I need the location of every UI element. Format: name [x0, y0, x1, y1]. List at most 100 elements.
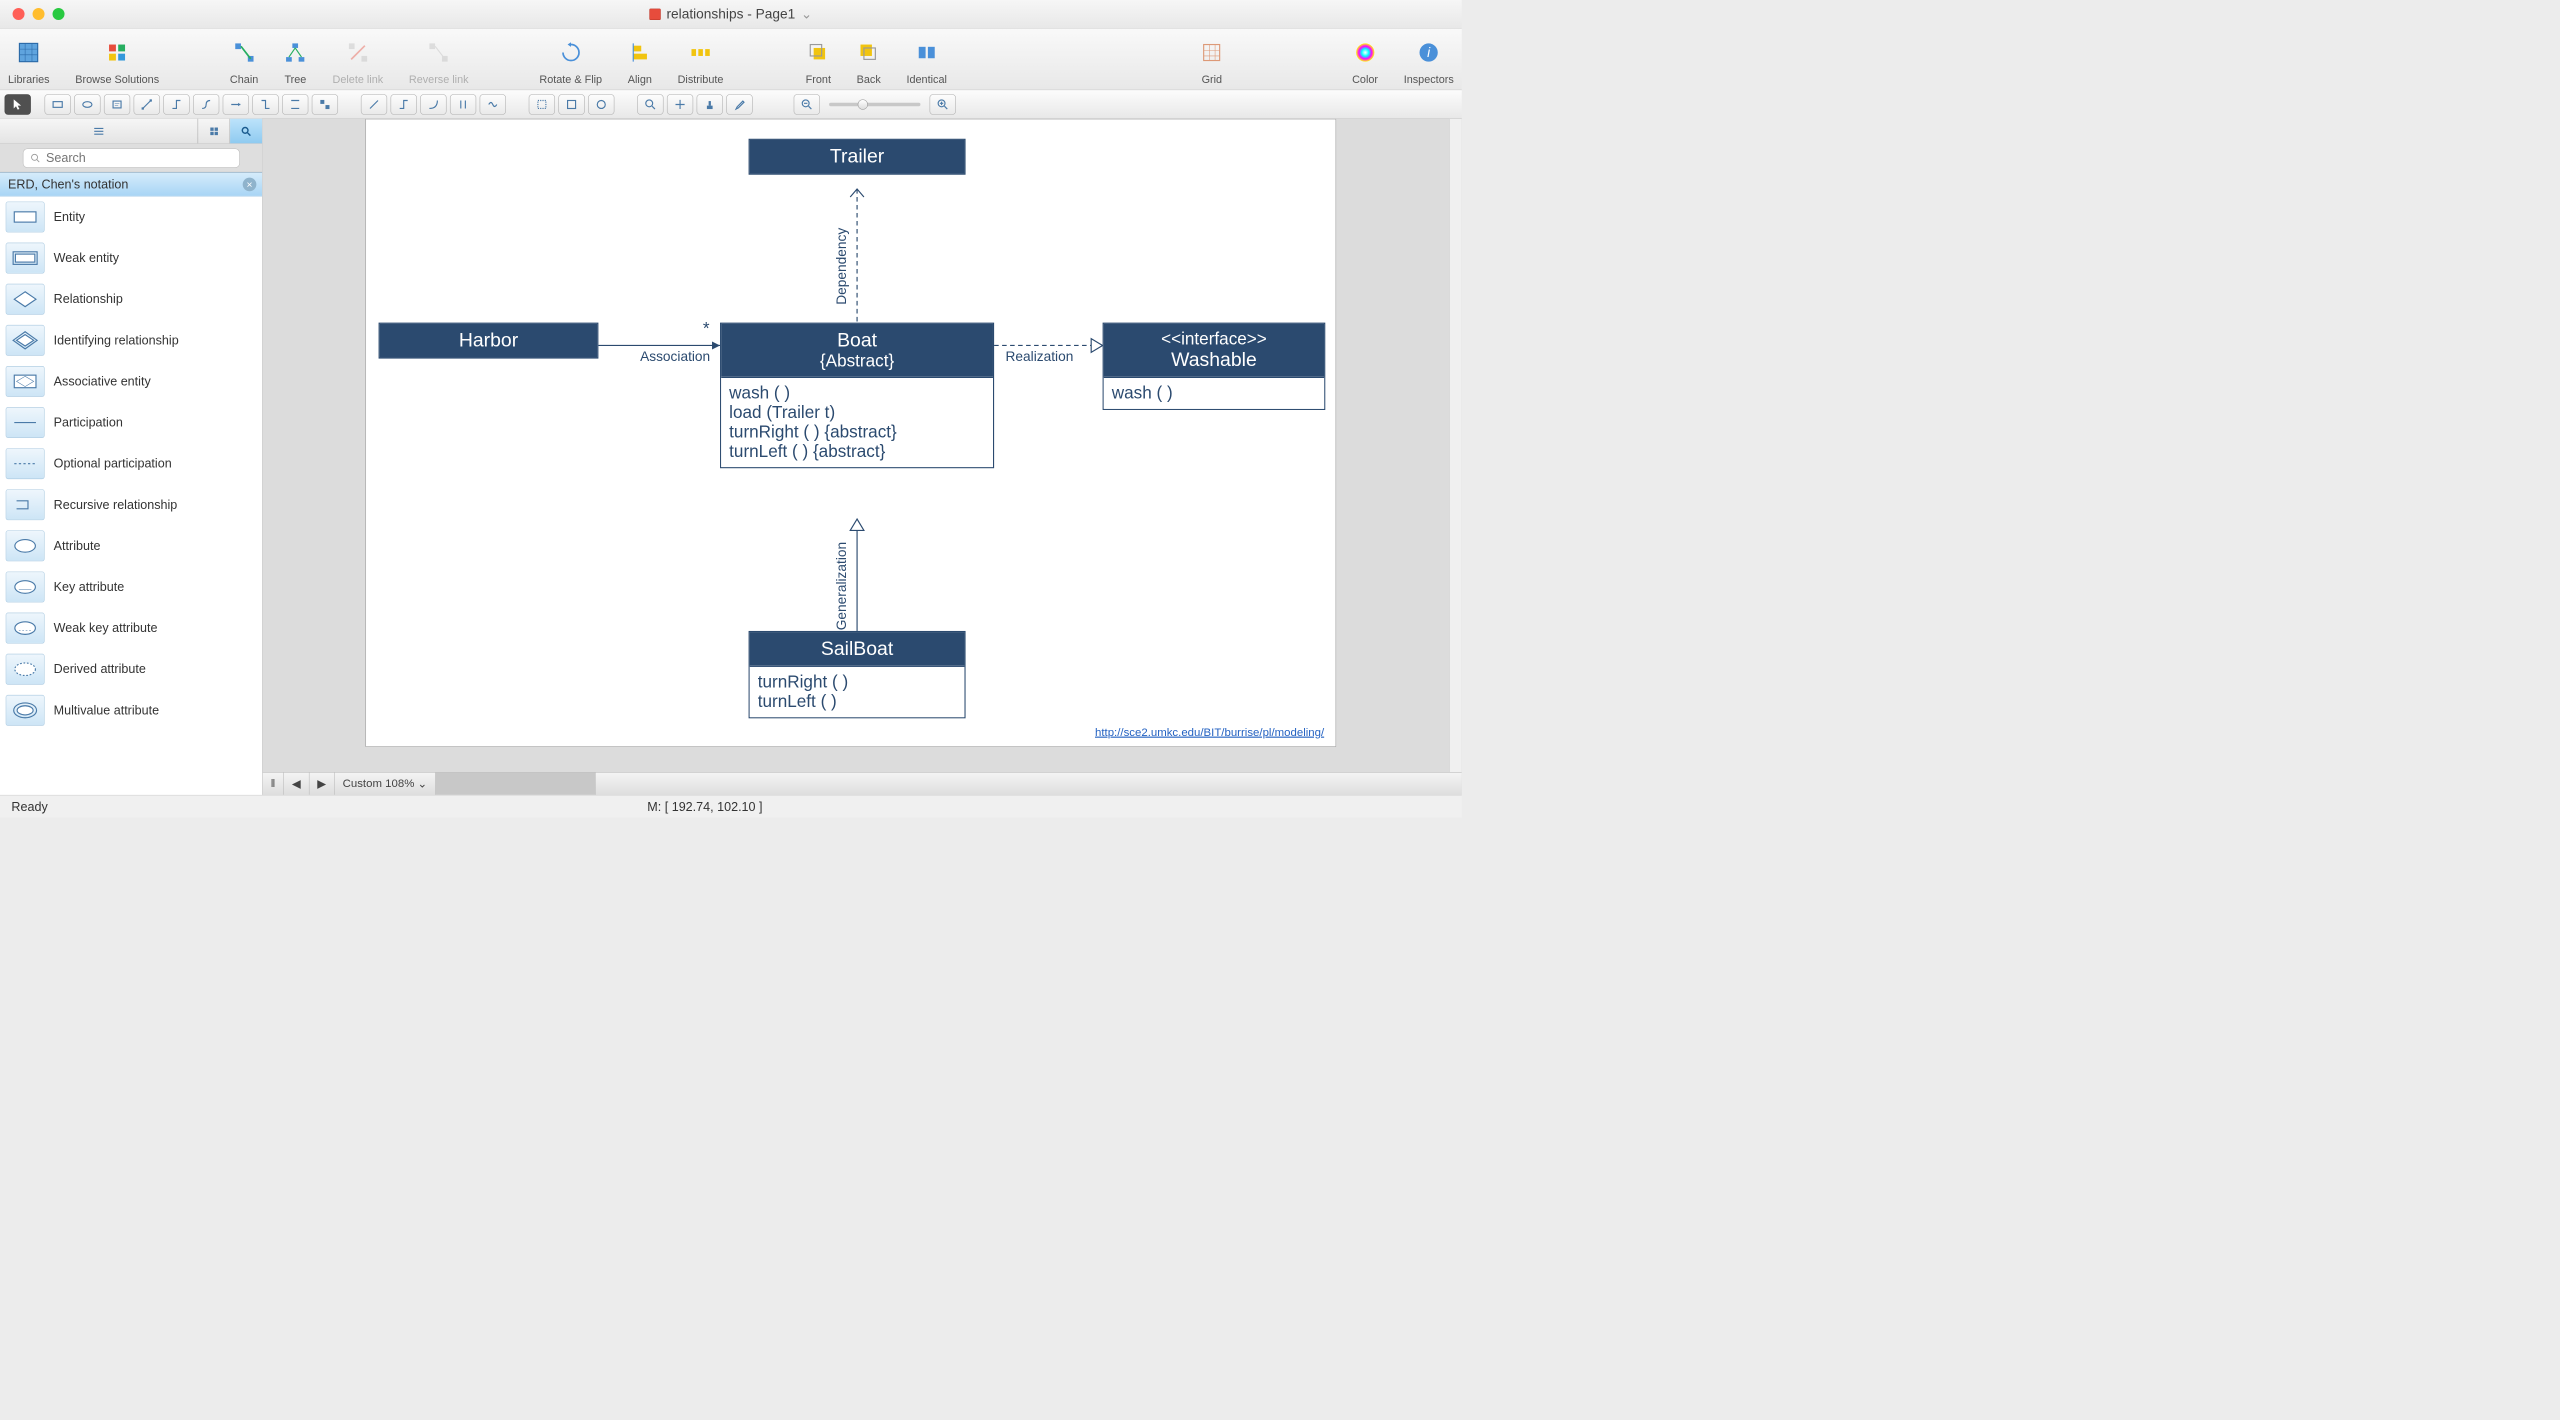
uml-class-harbor[interactable]: Harbor: [379, 323, 599, 359]
delete-link-button: Delete link: [333, 32, 384, 86]
association-label: Association: [640, 349, 710, 365]
text-tool[interactable]: [104, 94, 130, 115]
search-input[interactable]: [23, 148, 240, 167]
connector-tool-2[interactable]: [163, 94, 189, 115]
zoom-slider[interactable]: [829, 102, 920, 105]
sidebar-section-header[interactable]: ERD, Chen's notation ×: [0, 172, 262, 196]
close-icon[interactable]: [13, 8, 25, 20]
identifying-relationship-icon: [6, 325, 45, 356]
connector-tool-4[interactable]: [223, 94, 249, 115]
zoom-in-button[interactable]: [930, 94, 956, 115]
line-tool-4[interactable]: [450, 94, 476, 115]
grid-button[interactable]: Grid: [1200, 32, 1223, 86]
status-text: Ready: [11, 799, 47, 814]
line-tool-5[interactable]: [480, 94, 506, 115]
window-title[interactable]: relationships - Page1 ⌄: [649, 6, 812, 23]
sidebar-tree-view[interactable]: [0, 119, 198, 144]
page-pause-icon[interactable]: ‖: [263, 773, 284, 795]
canvas-bottom-bar: ‖ ◀ ▶ Custom 108% ⌄: [263, 772, 1462, 795]
page-prev-icon[interactable]: ◀: [284, 773, 309, 795]
palette-item[interactable]: Participation: [0, 402, 262, 443]
zoom-out-button[interactable]: [794, 94, 820, 115]
window-controls: [0, 8, 65, 20]
edit-tool-2[interactable]: [558, 94, 584, 115]
line-tool-1[interactable]: [361, 94, 387, 115]
chain-button[interactable]: Chain: [230, 32, 258, 86]
uml-operations: wash ( ) load (Trailer t) turnRight ( ) …: [721, 377, 993, 467]
back-button[interactable]: Back: [857, 32, 881, 86]
zoom-tool[interactable]: [637, 94, 663, 115]
sidebar-grid-view[interactable]: [198, 119, 230, 144]
palette-item[interactable]: Entity: [0, 196, 262, 237]
window-title-text: relationships - Page1: [666, 6, 795, 22]
horizontal-scrollbar[interactable]: [436, 773, 596, 795]
tree-button[interactable]: Tree: [284, 32, 307, 86]
attribute-icon: [6, 530, 45, 561]
sidebar-search-view[interactable]: [230, 119, 262, 144]
palette-item[interactable]: Key attribute: [0, 566, 262, 607]
zoom-slider-knob[interactable]: [858, 99, 868, 109]
uml-stereotype: <<interface>>: [1109, 329, 1318, 348]
palette-item[interactable]: Derived attribute: [0, 649, 262, 690]
reverse-link-button: Reverse link: [409, 32, 469, 86]
color-button[interactable]: Color: [1352, 32, 1378, 86]
vertical-scrollbar[interactable]: [1449, 119, 1462, 772]
libraries-button[interactable]: Libraries: [8, 32, 50, 86]
connector-tool-1[interactable]: [134, 94, 160, 115]
source-link[interactable]: http://sce2.umkc.edu/BIT/burrise/pl/mode…: [1095, 726, 1324, 739]
inspectors-button[interactable]: iInspectors: [1404, 32, 1454, 86]
palette-item[interactable]: Identifying relationship: [0, 320, 262, 361]
distribute-button[interactable]: Distribute: [678, 32, 724, 86]
zoom-level[interactable]: Custom 108% ⌄: [335, 773, 436, 795]
front-button[interactable]: Front: [806, 32, 831, 86]
generalization-label: Generalization: [834, 542, 850, 630]
participation-icon: [6, 407, 45, 438]
edit-tool-3[interactable]: [588, 94, 614, 115]
close-section-icon[interactable]: ×: [243, 178, 257, 192]
palette-item[interactable]: Attribute: [0, 525, 262, 566]
stamp-tool[interactable]: [697, 94, 723, 115]
pointer-tool[interactable]: [5, 94, 31, 115]
palette-item[interactable]: Weak key attribute: [0, 608, 262, 649]
palette-item[interactable]: Multivalue attribute: [0, 690, 262, 731]
document-icon: [649, 8, 660, 19]
uml-class-boat[interactable]: Boat {Abstract} wash ( ) load (Trailer t…: [720, 323, 994, 469]
entity-icon: [6, 202, 45, 233]
rect-tool[interactable]: [45, 94, 71, 115]
line-tool-2[interactable]: [391, 94, 417, 115]
uml-class-trailer[interactable]: Trailer: [749, 139, 966, 175]
uml-class-name: Trailer: [750, 140, 965, 174]
uml-class-sailboat[interactable]: SailBoat turnRight ( ) turnLeft ( ): [749, 631, 966, 718]
line-tool-3[interactable]: [420, 94, 446, 115]
multivalue-attribute-icon: [6, 695, 45, 726]
page-next-icon[interactable]: ▶: [309, 773, 334, 795]
palette-item[interactable]: Recursive relationship: [0, 484, 262, 525]
uml-interface-washable[interactable]: <<interface>> Washable wash ( ): [1103, 323, 1326, 410]
edit-tool-1[interactable]: [529, 94, 555, 115]
sidebar-view-toggle: [0, 119, 262, 144]
connector-tool-7[interactable]: [312, 94, 338, 115]
identical-button[interactable]: Identical: [906, 32, 946, 86]
canvas[interactable]: Association * Dependency Realization Gen…: [263, 119, 1462, 772]
derived-attribute-icon: [6, 654, 45, 685]
rotate-flip-button[interactable]: Rotate & Flip: [539, 32, 602, 86]
ellipse-tool[interactable]: [74, 94, 100, 115]
multiplicity-label: *: [703, 319, 710, 338]
diagram-page[interactable]: Association * Dependency Realization Gen…: [365, 119, 1336, 747]
palette-item[interactable]: Relationship: [0, 279, 262, 320]
uml-class-header: Boat {Abstract}: [721, 324, 993, 377]
weak-key-attribute-icon: [6, 613, 45, 644]
connector-tool-5[interactable]: [252, 94, 278, 115]
browse-solutions-button[interactable]: Browse Solutions: [75, 32, 159, 86]
pan-tool[interactable]: [667, 94, 693, 115]
zoom-icon[interactable]: [53, 8, 65, 20]
uml-operations: turnRight ( ) turnLeft ( ): [750, 666, 965, 717]
connector-tool-6[interactable]: [282, 94, 308, 115]
align-button[interactable]: Align: [628, 32, 652, 86]
palette-item[interactable]: Associative entity: [0, 361, 262, 402]
minimize-icon[interactable]: [33, 8, 45, 20]
connector-tool-3[interactable]: [193, 94, 219, 115]
palette-item[interactable]: Optional participation: [0, 443, 262, 484]
eyedropper-tool[interactable]: [726, 94, 752, 115]
palette-item[interactable]: Weak entity: [0, 238, 262, 279]
